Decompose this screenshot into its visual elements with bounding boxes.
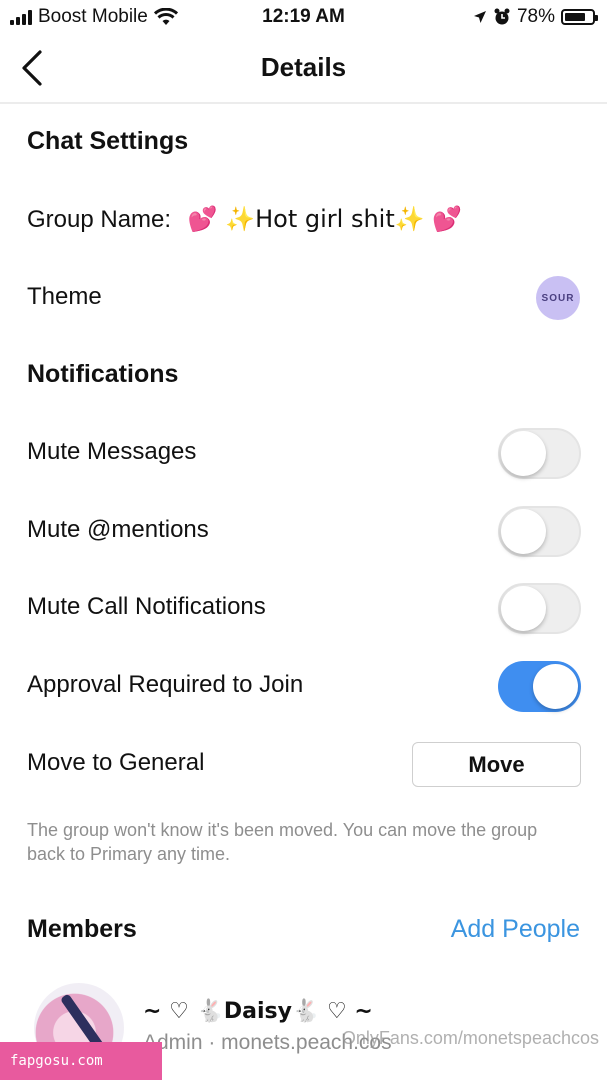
chat-settings-heading: Chat Settings [27,127,189,155]
members-heading: Members [27,915,137,943]
group-name-value[interactable]: 💕 ✨Hot girl shit✨ 💕 [188,205,462,233]
move-to-general-label: Move to General [27,749,205,776]
mute-mentions-toggle[interactable] [498,506,581,557]
approval-label: Approval Required to Join [27,671,304,698]
watermark-right: OnlyFans.com/monetspeachcos [341,1028,599,1048]
approval-toggle[interactable] [498,661,581,712]
notifications-heading: Notifications [27,360,179,388]
mute-messages-label: Mute Messages [27,438,197,465]
member-name: ~ ♡ 🐇Daisy🐇 ♡ ~ [143,999,373,1024]
toggle-knob [533,664,578,709]
status-right: 78% [473,6,598,28]
toggle-knob [501,586,546,631]
mute-mentions-label: Mute @mentions [27,516,209,543]
navigation-bar: Details [0,34,607,102]
group-name-label: Group Name: [27,206,172,233]
move-helper-text: The group won't know it's been moved. Yo… [27,820,538,864]
mute-calls-toggle[interactable] [498,583,581,634]
status-bar: Boost Mobile 12:19 AM 78% [0,0,607,34]
theme-label: Theme [27,283,102,310]
toggle-knob [501,431,546,476]
watermark-left: fapgosu.com [0,1042,162,1080]
nav-divider [0,102,607,104]
add-people-link[interactable]: Add People [451,915,580,944]
theme-icon[interactable]: SOUR [536,276,580,320]
toggle-knob [501,509,546,554]
battery-percent: 78% [516,6,555,27]
mute-calls-label: Mute Call Notifications [27,593,266,620]
battery-icon [561,9,598,25]
page-title: Details [260,52,347,82]
location-arrow-icon [473,11,486,23]
mute-messages-toggle[interactable] [498,428,581,479]
group-name-row[interactable]: Group Name: 💕 ✨Hot girl shit✨ 💕 [27,205,462,234]
move-button[interactable]: Move [412,742,581,787]
alarm-icon [494,8,510,25]
battery-level [565,13,586,21]
theme-icon-text: SOUR [541,292,575,304]
